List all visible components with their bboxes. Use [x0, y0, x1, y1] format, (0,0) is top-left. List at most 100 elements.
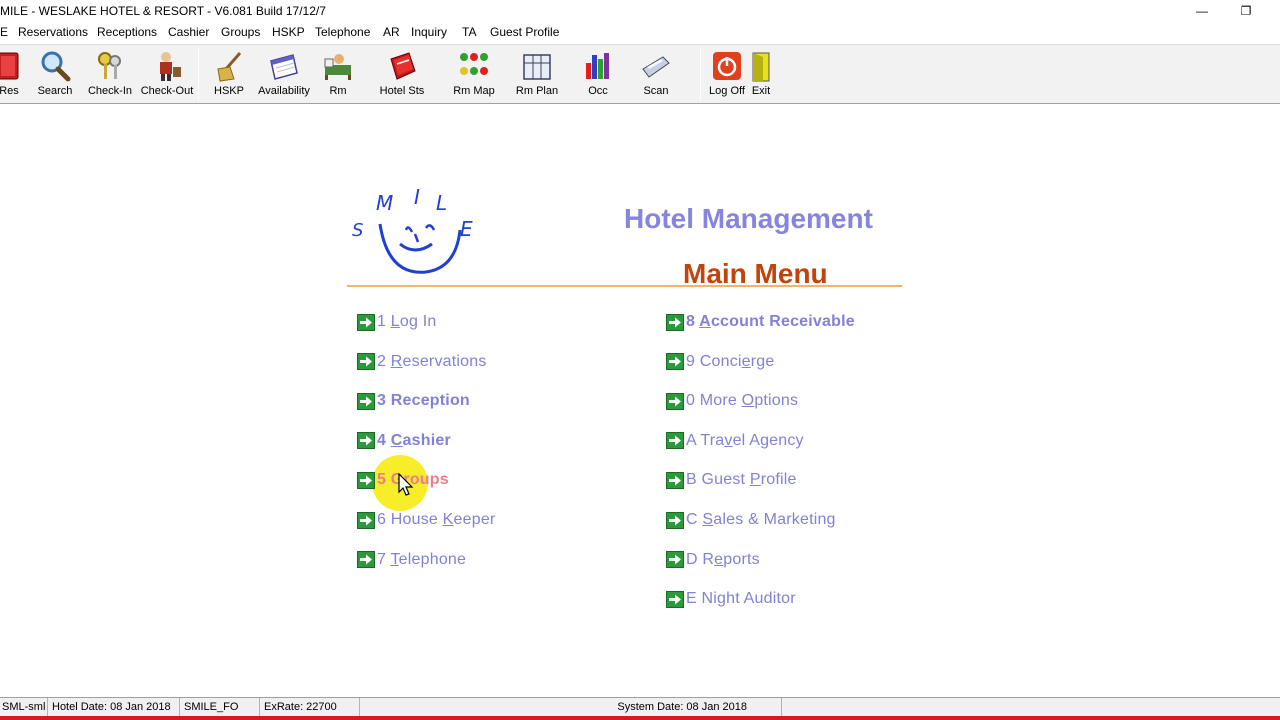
green-arrow-icon — [666, 551, 684, 569]
label-part: 5 — [377, 471, 387, 489]
window-title: MILE - WESLAKE HOTEL & RESORT - V6.081 B… — [0, 4, 326, 18]
menu-inquiry[interactable]: Inquiry — [411, 25, 447, 39]
label-part: B — [686, 471, 697, 489]
status-bar: SML-sml Hotel Date: 08 Jan 2018 SMILE_FO… — [0, 697, 1280, 717]
menu-bar: E Reservations Receptions Cashier Groups… — [0, 22, 1280, 44]
toolbar-res-button[interactable]: Res — [0, 45, 32, 103]
accelerator-key: T — [390, 550, 399, 568]
menu-option-8[interactable]: 8 Account Receivable — [666, 311, 855, 333]
status-exrate: ExRate: 22700 — [262, 698, 360, 717]
toolbar-rm-map-label: Rm Map — [453, 85, 495, 97]
toolbar-occ-button[interactable]: Occ — [576, 45, 620, 103]
status-station: SMILE_FO — [182, 698, 260, 717]
menu-option-c[interactable]: C Sales & Marketing — [666, 509, 836, 531]
label-part: ashier — [402, 431, 451, 449]
menu-groups[interactable]: Groups — [221, 25, 260, 39]
status-user: SML-sml — [0, 698, 48, 717]
label-part: Guest — [696, 471, 750, 489]
menu-option-label: C Sales & Marketing — [686, 511, 836, 529]
toolbar-separator — [198, 48, 199, 100]
toolbar-exit-button[interactable]: Exit — [746, 45, 776, 103]
menu-reservations[interactable]: Reservations — [18, 25, 88, 39]
label-part: A — [686, 431, 696, 449]
menu-option-e[interactable]: E Night Auditor — [666, 588, 796, 610]
toolbar-scan-button[interactable]: Scan — [632, 45, 680, 103]
accelerator-key: O — [741, 392, 755, 410]
toolbar-checkout-button[interactable]: Check-Out — [138, 45, 196, 103]
accelerator-key: K — [442, 511, 454, 528]
label-part: C — [686, 511, 698, 528]
menu-hskp[interactable]: HSKP — [272, 25, 305, 39]
label-part: elephone — [398, 550, 467, 568]
green-arrow-icon — [666, 392, 684, 410]
menu-option-3[interactable]: 3 Reception — [357, 390, 470, 412]
toolbar-search-button[interactable]: Search — [32, 45, 78, 103]
label-part: 8 — [686, 313, 696, 330]
logo-letter: L — [436, 191, 447, 215]
toolbar-rm-map-button[interactable]: Rm Map — [448, 45, 500, 103]
menu-option-4[interactable]: 4 Cashier — [357, 430, 451, 452]
menu-option-label: 4 Cashier — [377, 432, 451, 450]
menu-option-label: 9 Concierge — [686, 353, 775, 371]
accelerator-key: e — [741, 352, 751, 370]
toolbar-rm-plan-button[interactable]: Rm Plan — [510, 45, 564, 103]
green-arrow-icon — [666, 511, 684, 529]
menu-e[interactable]: E — [0, 25, 8, 39]
minimize-button[interactable]: — — [1180, 0, 1224, 22]
toolbar-checkin-button[interactable]: Check-In — [84, 45, 136, 103]
menu-option-7[interactable]: 7 Telephone — [357, 549, 466, 571]
label-part: rofile — [760, 471, 797, 489]
menu-telephone[interactable]: Telephone — [315, 25, 370, 39]
status-accent-line — [0, 716, 1280, 720]
label-part: House — [386, 511, 443, 528]
toolbar-hotel-sts-button[interactable]: Hotel Sts — [374, 45, 430, 103]
menu-option-b[interactable]: B Guest Profile — [666, 469, 797, 491]
toolbar-scan-label: Scan — [643, 85, 669, 97]
label-part: ports — [723, 550, 760, 568]
toolbar-search-label: Search — [37, 85, 73, 97]
menu-option-1[interactable]: 1 Log In — [357, 311, 436, 333]
toolbar-availability-button[interactable]: Availability — [256, 45, 312, 103]
restore-button[interactable]: ❐ — [1224, 0, 1268, 22]
accelerator-key: v — [724, 431, 733, 449]
menu-option-6[interactable]: 6 House Keeper — [357, 509, 495, 531]
label-part: Conci — [695, 352, 742, 370]
toolbar-logoff-button[interactable]: Log Off — [706, 45, 748, 103]
label-part: rge — [750, 352, 775, 370]
toolbar-separator — [700, 48, 701, 100]
room-map-icon — [460, 53, 488, 75]
green-arrow-icon — [357, 313, 375, 331]
app-window: MILE - WESLAKE HOTEL & RESORT - V6.081 B… — [0, 0, 1280, 720]
green-arrow-icon — [666, 471, 684, 489]
green-arrow-icon — [666, 590, 684, 608]
label-part: 0 — [686, 392, 696, 410]
menu-ar[interactable]: AR — [383, 25, 400, 39]
toolbar-rm-button[interactable]: Rm — [316, 45, 360, 103]
green-arrow-icon — [357, 432, 375, 450]
label-part: og In — [399, 313, 437, 330]
accelerator-key: A — [699, 313, 711, 330]
menu-option-a[interactable]: A Travel Agency — [666, 430, 804, 452]
menu-ta[interactable]: TA — [462, 25, 476, 39]
toolbar-hskp-label: HSKP — [214, 85, 244, 97]
menu-option-2[interactable]: 2 Reservations — [357, 351, 487, 373]
menu-guest-profile[interactable]: Guest Profile — [490, 25, 559, 39]
menu-option-9[interactable]: 9 Concierge — [666, 351, 775, 373]
label-part: ccount Receivable — [710, 313, 855, 330]
menu-cashier[interactable]: Cashier — [168, 25, 209, 39]
toolbar-hskp-button[interactable]: HSKP — [206, 45, 252, 103]
menu-receptions[interactable]: Receptions — [97, 25, 157, 39]
accelerator-key: C — [390, 431, 403, 449]
accelerator-key: P — [749, 471, 761, 489]
accelerator-key: S — [702, 511, 714, 528]
toolbar-res-label: Res — [0, 85, 19, 97]
logo-letter: I — [414, 185, 420, 209]
green-arrow-icon — [666, 313, 684, 331]
title-divider — [347, 285, 902, 287]
toolbar-exit-label: Exit — [751, 85, 771, 97]
menu-option-d[interactable]: D Reports — [666, 549, 760, 571]
label-part: Tra — [696, 431, 725, 449]
toolbar-rm-plan-label: Rm Plan — [515, 85, 559, 97]
red-book-icon — [390, 52, 416, 80]
menu-option-0[interactable]: 0 More Options — [666, 390, 798, 412]
